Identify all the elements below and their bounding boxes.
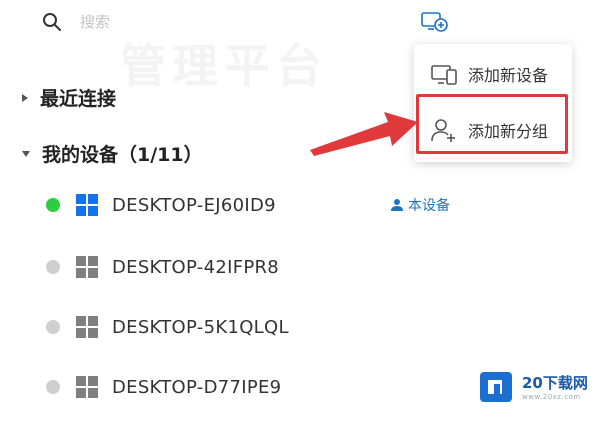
search-input[interactable] — [78, 10, 342, 34]
offline-status-dot — [46, 380, 60, 394]
device-row[interactable]: DESKTOP-5K1QLQL — [46, 310, 289, 344]
brand-url: www.20xz.com — [522, 392, 581, 401]
online-status-dot — [46, 198, 60, 212]
device-row[interactable]: DESKTOP-42IFPR8 — [46, 250, 279, 284]
menu-item-label: 添加新设备 — [468, 66, 549, 85]
windows-icon — [76, 256, 98, 278]
device-name: DESKTOP-5K1QLQL — [112, 316, 289, 338]
devices-icon — [431, 65, 457, 85]
collapse-arrow-icon — [22, 150, 30, 157]
this-device-badge: 本设备 — [390, 195, 450, 215]
device-count: （1/11） — [118, 144, 203, 166]
device-name: DESKTOP-42IFPR8 — [112, 256, 280, 278]
search-icon[interactable] — [42, 12, 62, 32]
add-device-icon[interactable] — [420, 10, 450, 34]
device-row[interactable]: DESKTOP-EJ60ID9 — [46, 188, 276, 222]
windows-icon — [76, 316, 98, 338]
search-bar — [0, 0, 596, 42]
menu-item-label: 添加新分组 — [468, 122, 549, 141]
menu-item-add-device[interactable]: 添加新设备 — [414, 48, 572, 100]
section-recent[interactable]: 最近连接 — [22, 84, 116, 111]
offline-status-dot — [46, 320, 60, 334]
section-recent-title: 最近连接 — [40, 88, 117, 110]
section-my-devices-title: 我的设备 — [42, 144, 119, 166]
expand-arrow-icon — [22, 93, 28, 102]
device-name: DESKTOP-D77IPE9 — [112, 376, 282, 398]
add-dropdown-menu: 添加新设备 添加新分组 — [414, 44, 572, 162]
device-row[interactable]: DESKTOP-D77IPE9 — [46, 370, 281, 404]
this-device-label: 本设备 — [408, 198, 450, 214]
brand-name: 20下载网 — [522, 373, 588, 392]
brand-logo-icon — [480, 372, 512, 402]
device-name: DESKTOP-EJ60ID9 — [112, 194, 276, 216]
add-user-icon — [431, 119, 455, 142]
offline-status-dot — [46, 260, 60, 274]
menu-item-add-group[interactable]: 添加新分组 — [414, 104, 572, 156]
user-icon — [391, 199, 403, 211]
windows-icon — [76, 194, 98, 216]
brand-watermark: 20下载网 www.20xz.com — [478, 368, 588, 404]
section-my-devices[interactable]: 我的设备 （1/11） — [22, 140, 203, 167]
windows-icon — [76, 376, 98, 398]
pointer-arrow-icon — [310, 112, 418, 156]
